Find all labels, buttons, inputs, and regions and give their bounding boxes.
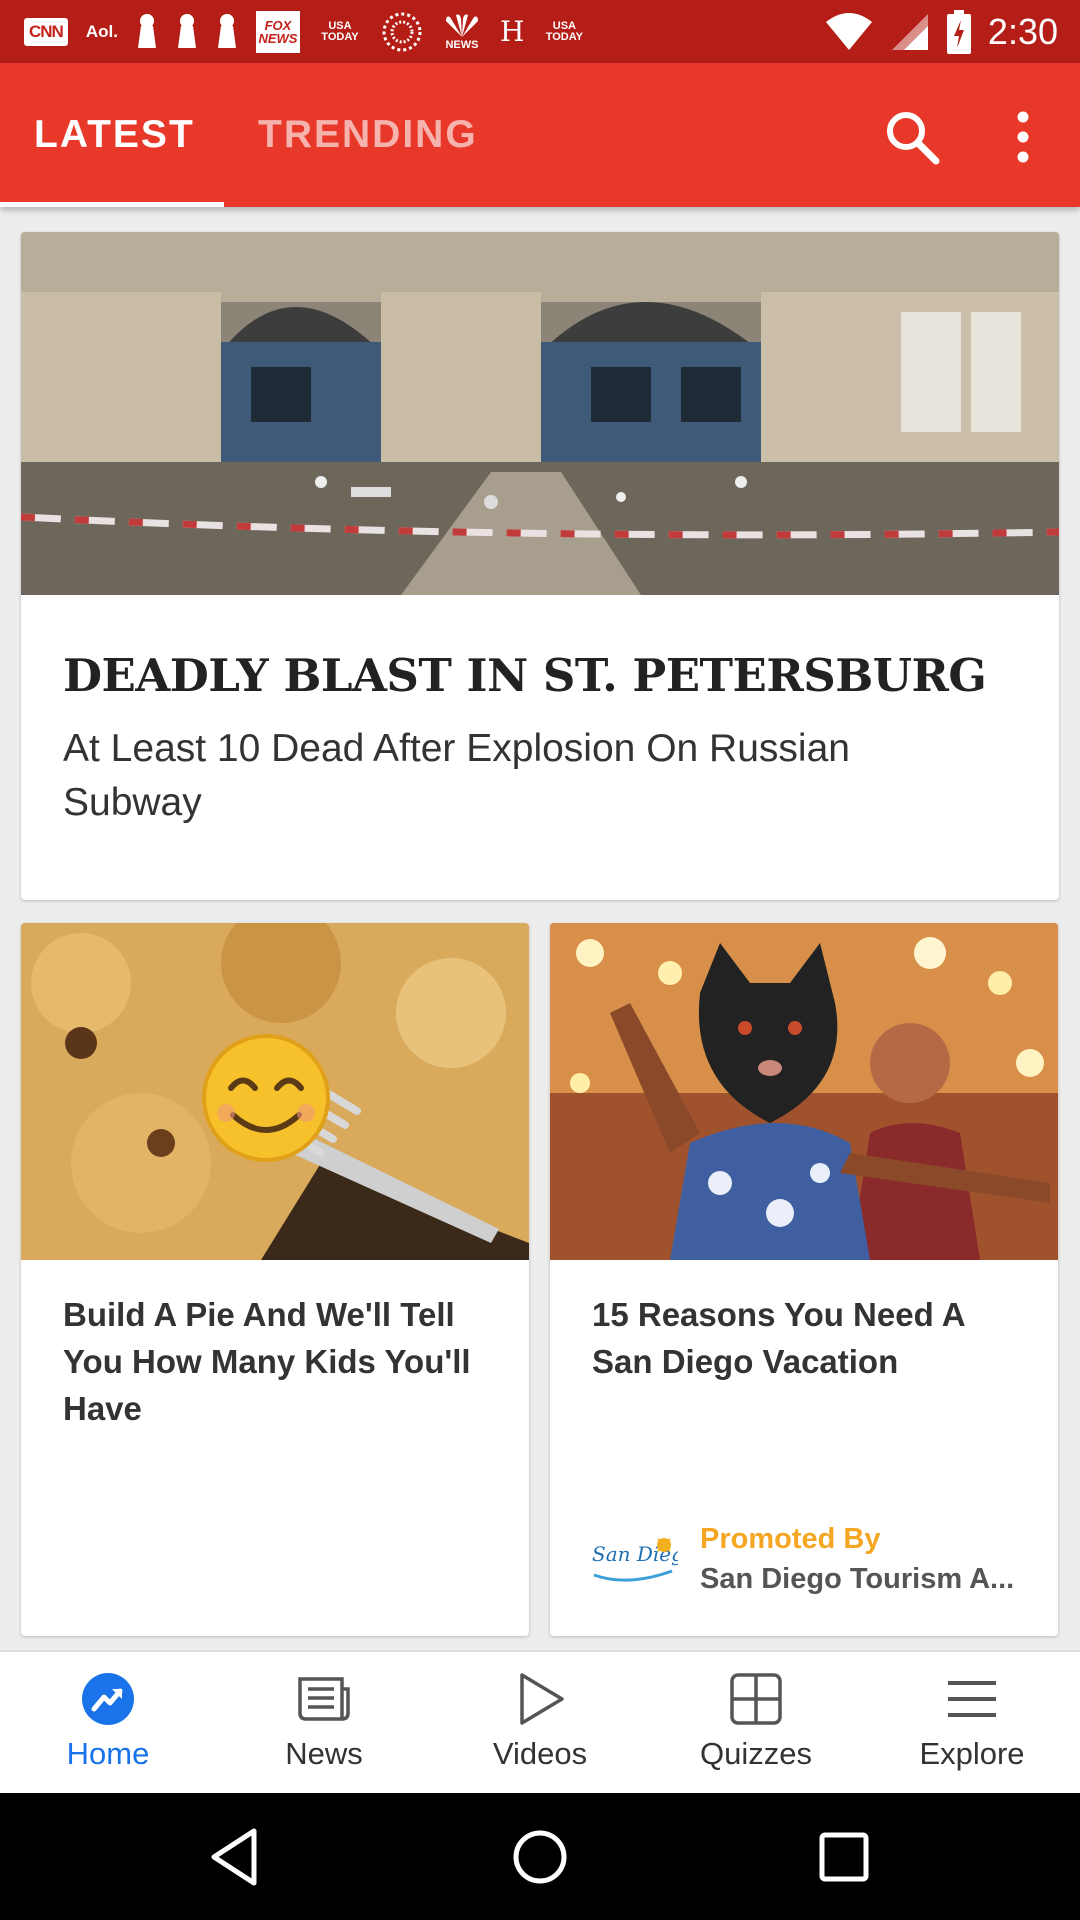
status-bar: CNN Aol. FOX NEWS USA TODAY NEWS H USA T… (0, 0, 1080, 63)
bottom-navigation: Home News Videos Quizzes Explore (0, 1650, 1080, 1795)
nbc-news-label: NEWS (445, 38, 479, 51)
hero-story-subtitle: At Least 10 Dead After Explosion On Russ… (63, 727, 850, 824)
usa-today-notification-icon: USA TODAY (321, 19, 359, 43)
nbc-news-notification-icon: NEWS (442, 13, 482, 51)
bleacher-notification-icon-2 (177, 13, 196, 48)
active-tab-indicator (0, 202, 224, 207)
story-card-san-diego[interactable]: 15 Reasons You Need A San Diego Vacation… (550, 923, 1058, 1636)
tab-latest[interactable]: LATEST (34, 63, 195, 207)
nav-item-explore[interactable]: Explore (864, 1652, 1080, 1795)
story-card-pie-quiz[interactable]: Build A Pie And We'll Tell You How Many … (21, 923, 529, 1636)
nav-label-explore: Explore (919, 1736, 1025, 1771)
hero-story-image (21, 232, 1059, 595)
battery-charging-icon (946, 9, 971, 54)
system-navigation-bar (0, 1793, 1080, 1920)
san-diego-title: 15 Reasons You Need A San Diego Vacation (592, 1296, 965, 1380)
nav-label-news: News (285, 1736, 363, 1771)
usa-today-notification-icon-2: USA TODAY (545, 19, 584, 43)
menu-icon (948, 1681, 996, 1717)
clock: 2:30 (987, 10, 1058, 52)
fox-news-notification-icon: FOX NEWS (255, 10, 300, 53)
newspaper-icon (298, 1677, 350, 1721)
nav-item-home[interactable]: Home (0, 1652, 216, 1795)
pie-quiz-image (21, 923, 529, 1260)
nav-item-videos[interactable]: Videos (432, 1652, 648, 1795)
san-diego-image (550, 923, 1058, 1260)
wifi-icon (825, 12, 872, 50)
promoted-by-label: Promoted By (700, 1523, 881, 1555)
play-icon (520, 1673, 564, 1725)
grid-icon (730, 1673, 782, 1725)
nav-label-videos: Videos (492, 1736, 588, 1771)
radial-logo-notification-icon (382, 12, 422, 51)
bleacher-notification-icon-3 (217, 13, 236, 48)
more-vert-icon[interactable] (1000, 107, 1046, 167)
peacock-icon (445, 14, 478, 37)
san-diego-logo-icon: San Diego (592, 1538, 678, 1582)
notification-icons: CNN Aol. FOX NEWS USA TODAY NEWS H USA T… (24, 0, 586, 63)
nav-item-news[interactable]: News (216, 1652, 432, 1795)
signal-icon (891, 13, 928, 50)
pie-quiz-title: Build A Pie And We'll Tell You How Many … (63, 1296, 471, 1427)
recents-icon[interactable] (812, 1825, 876, 1889)
back-icon[interactable] (204, 1825, 268, 1889)
search-icon[interactable] (882, 107, 942, 167)
top-toolbar: LATEST TRENDING (0, 63, 1080, 207)
home-circle-icon[interactable] (508, 1825, 572, 1889)
h-notification-icon: H (499, 15, 525, 48)
bleacher-notification-icon-1 (137, 13, 156, 48)
hero-story-card[interactable]: DEADLY BLAST IN ST. PETERSBURG At Least … (21, 232, 1059, 900)
nav-label-home: Home (66, 1736, 150, 1771)
nav-label-quizzes: Quizzes (700, 1736, 812, 1771)
hero-story-title: DEADLY BLAST IN ST. PETERSBURG (63, 649, 987, 702)
tab-trending[interactable]: TRENDING (258, 63, 478, 207)
cnn-notification-icon: CNN (24, 17, 68, 46)
system-status-icons: 2:30 (824, 0, 1058, 63)
aol-notification-icon: Aol. (85, 21, 118, 41)
promoted-by-section[interactable]: San Diego Promoted By San Diego Tourism … (588, 1513, 1038, 1613)
sponsor-name: San Diego Tourism A... (700, 1563, 1015, 1595)
nav-item-quizzes[interactable]: Quizzes (648, 1652, 864, 1795)
trending-icon (82, 1673, 134, 1725)
